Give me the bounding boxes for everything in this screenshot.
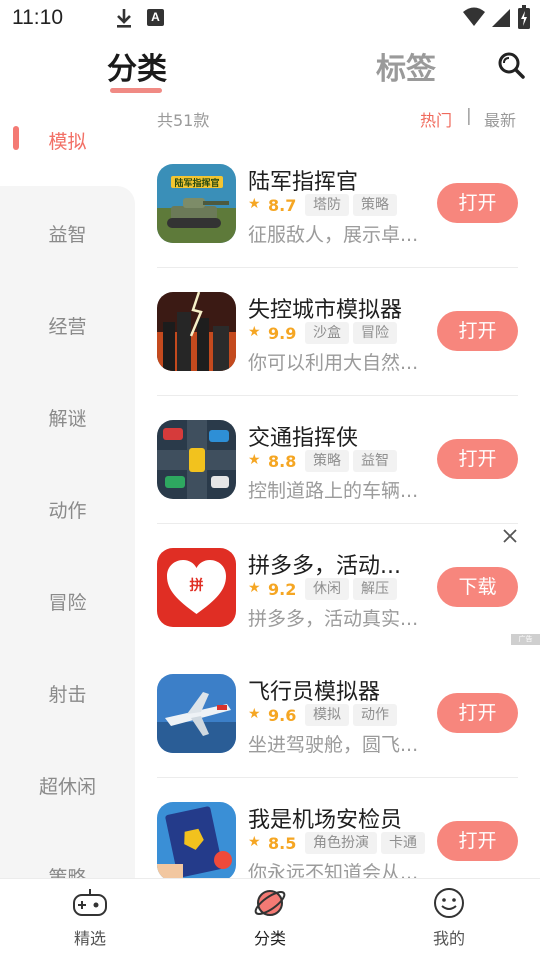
app-rating: 9.6 (268, 706, 297, 725)
app-list: 陆军指挥官 陆军指挥官 ★ 8.7 塔防 策略 征服敌人，展示卓... 打开 失… (157, 140, 518, 878)
list-item[interactable]: 失控城市模拟器 ★ 9.9 沙盒 冒险 你可以利用大自然... 打开 (157, 268, 518, 396)
app-rating: 8.8 (268, 452, 297, 471)
app-tag: 卡通 (381, 832, 425, 854)
nav-label: 我的 (432, 929, 465, 948)
planet-icon (254, 890, 286, 916)
nav-label: 精选 (73, 929, 106, 948)
list-item[interactable]: 我是机场安检员 ★ 8.5 角色扮演 卡通 你永远不知道会从... 打开 (157, 778, 518, 878)
tab-tags[interactable]: 标签 (376, 44, 436, 88)
app-description: 控制道路上的车辆... (248, 480, 419, 502)
nav-label: 分类 (253, 929, 286, 948)
airport-security-app-icon (157, 802, 236, 878)
app-tag: 塔防 (305, 194, 349, 216)
app-description: 拼多多，活动真实... (248, 608, 419, 630)
icon-title-text: 陆军指挥官 (174, 177, 219, 189)
app-description: 你永远不知道会从... (248, 862, 419, 878)
sort-separator: | (466, 106, 472, 126)
list-item[interactable]: 飞行员模拟器 ★ 9.6 模拟 动作 坐进驾驶舱，圆飞... 打开 (157, 650, 518, 778)
app-rating: 9.2 (268, 580, 297, 599)
tab-category[interactable]: 分类 (107, 44, 167, 88)
sidebar-item-action[interactable]: 动作 (0, 496, 135, 523)
app-tag: 动作 (353, 704, 397, 726)
ad-list-item[interactable]: 拼 拼多多，活动... ★ 9.2 休闲 解压 拼多多，活动真实... 下载 (157, 524, 518, 652)
open-button[interactable]: 打开 (437, 311, 518, 351)
app-tag: 策略 (305, 450, 349, 472)
sidebar-item-simulation[interactable]: 模拟 (0, 127, 135, 154)
tab-active-indicator (110, 88, 162, 93)
close-icon[interactable] (502, 528, 518, 544)
sidebar-item-mystery[interactable]: 解谜 (0, 404, 135, 431)
ad-badge: 广告 (511, 634, 540, 645)
nav-item-mine[interactable]: 我的 (404, 887, 494, 949)
app-tag: 休闲 (305, 578, 349, 600)
sidebar-item-management[interactable]: 经营 (0, 312, 135, 339)
app-rating: 8.5 (268, 834, 297, 853)
app-name: 陆军指挥官 (248, 170, 359, 195)
app-tag: 角色扮演 (305, 832, 377, 854)
app-name: 飞行员模拟器 (248, 680, 381, 705)
game-count: 共51款 (157, 111, 210, 130)
app-tag: 解压 (353, 578, 397, 600)
nav-item-category[interactable]: 分类 (225, 887, 315, 949)
star-icon: ★ (248, 452, 261, 468)
app-rating: 8.7 (268, 196, 297, 215)
open-button[interactable]: 打开 (437, 821, 518, 861)
sort-hot-button[interactable]: 热门 (420, 107, 452, 131)
open-button[interactable]: 打开 (437, 439, 518, 479)
battery-icon (518, 5, 530, 29)
star-icon: ★ (248, 580, 261, 596)
gamepad-icon (73, 889, 107, 916)
list-item[interactable]: 陆军指挥官 陆军指挥官 ★ 8.7 塔防 策略 征服敌人，展示卓... 打开 (157, 140, 518, 268)
pilot-simulator-app-icon (157, 674, 236, 753)
list-item[interactable]: 交通指挥侠 ★ 8.8 策略 益智 控制道路上的车辆... 打开 (157, 396, 518, 524)
download-icon (117, 9, 131, 28)
app-name: 失控城市模拟器 (248, 298, 403, 323)
status-time: 11:10 (12, 6, 63, 29)
sort-new-button[interactable]: 最新 (484, 107, 516, 131)
app-description: 你可以利用大自然... (248, 352, 419, 374)
sidebar-item-shooting[interactable]: 射击 (0, 680, 135, 707)
app-tag: 模拟 (305, 704, 349, 726)
app-description: 坐进驾驶舱，圆飞... (248, 734, 419, 756)
app-tag: 策略 (353, 194, 397, 216)
app-tag: 沙盒 (305, 322, 349, 344)
city-smash-app-icon (157, 292, 236, 371)
app-description: 征服敌人，展示卓... (248, 224, 419, 246)
sidebar-item-hypercasual[interactable]: 超休闲 (0, 772, 135, 799)
app-tag: 冒险 (353, 322, 397, 344)
app-rating: 9.9 (268, 324, 297, 343)
traffic-hero-app-icon (157, 420, 236, 499)
pinduoduo-app-icon: 拼 (157, 548, 236, 627)
app-tag: 益智 (353, 450, 397, 472)
icon-letter-text: 拼 (190, 577, 204, 594)
app-name: 拼多多，活动... (248, 554, 401, 579)
sidebar-item-puzzle[interactable]: 益智 (0, 220, 135, 247)
signal-icon (492, 9, 510, 27)
bottom-nav: 精选 分类 我的 (0, 878, 540, 960)
app-name: 我是机场安检员 (248, 808, 403, 833)
star-icon: ★ (248, 324, 261, 340)
status-bar: 11:10 A (0, 0, 540, 36)
star-icon: ★ (248, 834, 261, 850)
app-name: 交通指挥侠 (248, 426, 359, 451)
download-button[interactable]: 下载 (437, 567, 518, 607)
nav-item-featured[interactable]: 精选 (45, 887, 135, 949)
open-button[interactable]: 打开 (437, 183, 518, 223)
open-button[interactable]: 打开 (437, 693, 518, 733)
star-icon: ★ (248, 196, 261, 212)
sidebar-item-adventure[interactable]: 冒险 (0, 588, 135, 615)
search-icon[interactable] (496, 50, 526, 80)
smiley-icon (434, 888, 464, 918)
wifi-icon (463, 7, 485, 26)
notification-a-icon: A (147, 9, 164, 26)
army-commander-app-icon: 陆军指挥官 (157, 164, 236, 243)
star-icon: ★ (248, 706, 261, 722)
